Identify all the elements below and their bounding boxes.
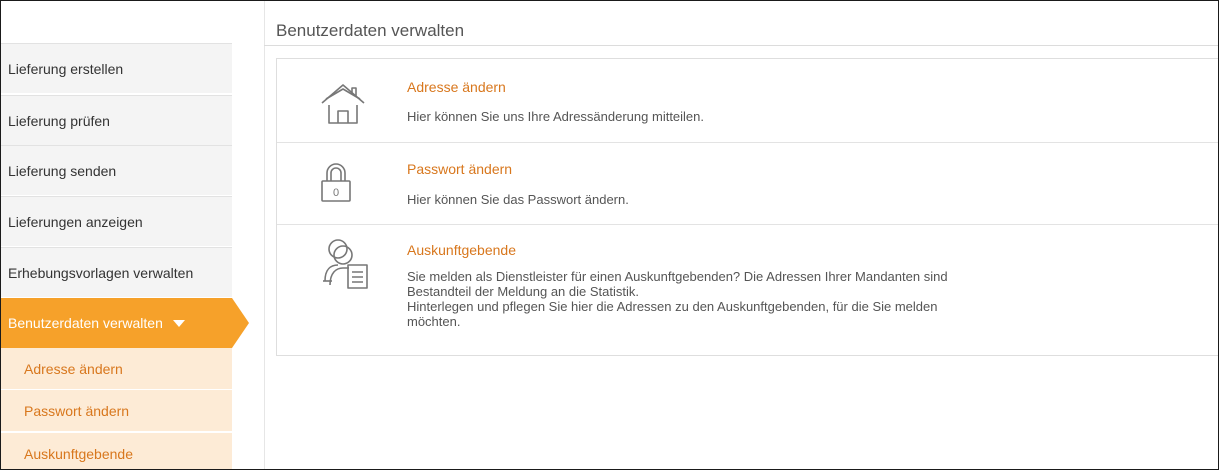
- sidebar-subitem-adresse[interactable]: Adresse ändern: [1, 348, 232, 389]
- description-line: möchten.: [407, 314, 461, 329]
- card-description: Sie melden als Dienstleister für einen A…: [407, 269, 1087, 329]
- sidebar-item-label: Erhebungsvorlagen verwalten: [8, 264, 194, 281]
- content-divider: [264, 1, 265, 469]
- card-title-passwort[interactable]: Passwort ändern: [407, 161, 512, 177]
- sidebar-item-lieferung-erstellen[interactable]: Lieferung erstellen: [1, 43, 232, 93]
- description-line: Hinterlegen und pflegen Sie hier die Adr…: [407, 299, 938, 314]
- sidebar-subitem-label: Adresse ändern: [24, 360, 123, 377]
- sidebar-item-erhebungsvorlagen[interactable]: Erhebungsvorlagen verwalten: [1, 247, 232, 297]
- card-adresse: Adresse ändern Hier können Sie uns Ihre …: [277, 59, 1218, 142]
- title-divider: [264, 45, 1218, 46]
- description-line: Bestandteil der Meldung an die Statistik…: [407, 284, 639, 299]
- sidebar-item-benutzerdaten[interactable]: Benutzerdaten verwalten: [1, 298, 249, 348]
- options-panel: Adresse ändern Hier können Sie uns Ihre …: [276, 58, 1218, 356]
- chevron-down-icon: [172, 319, 185, 327]
- card-passwort: 0 Passwort ändern Hier können Sie das Pa…: [277, 142, 1218, 224]
- sidebar-item-label: Benutzerdaten verwalten: [8, 315, 163, 331]
- sidebar-subitem-label: Passwort ändern: [24, 402, 130, 419]
- page-title: Benutzerdaten verwalten: [276, 21, 465, 40]
- sidebar-item-label: Lieferung prüfen: [8, 112, 110, 129]
- svg-text:0: 0: [333, 187, 339, 199]
- sidebar-subitem-auskunftgebende[interactable]: Auskunftgebende: [1, 433, 232, 469]
- sidebar-item-lieferung-senden[interactable]: Lieferung senden: [1, 145, 232, 195]
- description-line: Sie melden als Dienstleister für einen A…: [407, 269, 948, 284]
- sidebar-subitem-passwort[interactable]: Passwort ändern: [1, 390, 232, 431]
- sidebar-item-lieferung-pruefen[interactable]: Lieferung prüfen: [1, 95, 232, 145]
- sidebar-item-label: Lieferung senden: [8, 162, 117, 179]
- card-auskunftgebende: Auskunftgebende Sie melden als Dienstlei…: [277, 224, 1218, 355]
- sidebar-nav: Lieferung erstellen Lieferung prüfen Lie…: [1, 43, 249, 469]
- card-description: Hier können Sie das Passwort ändern.: [407, 192, 629, 207]
- sidebar-subitem-label: Auskunftgebende: [24, 445, 133, 462]
- users-document-icon: [323, 239, 368, 289]
- card-title-auskunftgebende[interactable]: Auskunftgebende: [407, 242, 516, 258]
- card-description: Hier können Sie uns Ihre Adressänderung …: [407, 109, 705, 124]
- padlock-icon: 0: [321, 163, 351, 202]
- app-frame: Benutzerdaten verwalten Lieferung erstel…: [0, 0, 1219, 470]
- house-icon: [321, 84, 365, 124]
- card-title-adresse[interactable]: Adresse ändern: [407, 79, 506, 95]
- sidebar-item-label: Lieferung erstellen: [8, 60, 124, 77]
- sidebar-item-label: Lieferungen anzeigen: [8, 213, 143, 230]
- sidebar-item-lieferungen-anzeigen[interactable]: Lieferungen anzeigen: [1, 196, 232, 246]
